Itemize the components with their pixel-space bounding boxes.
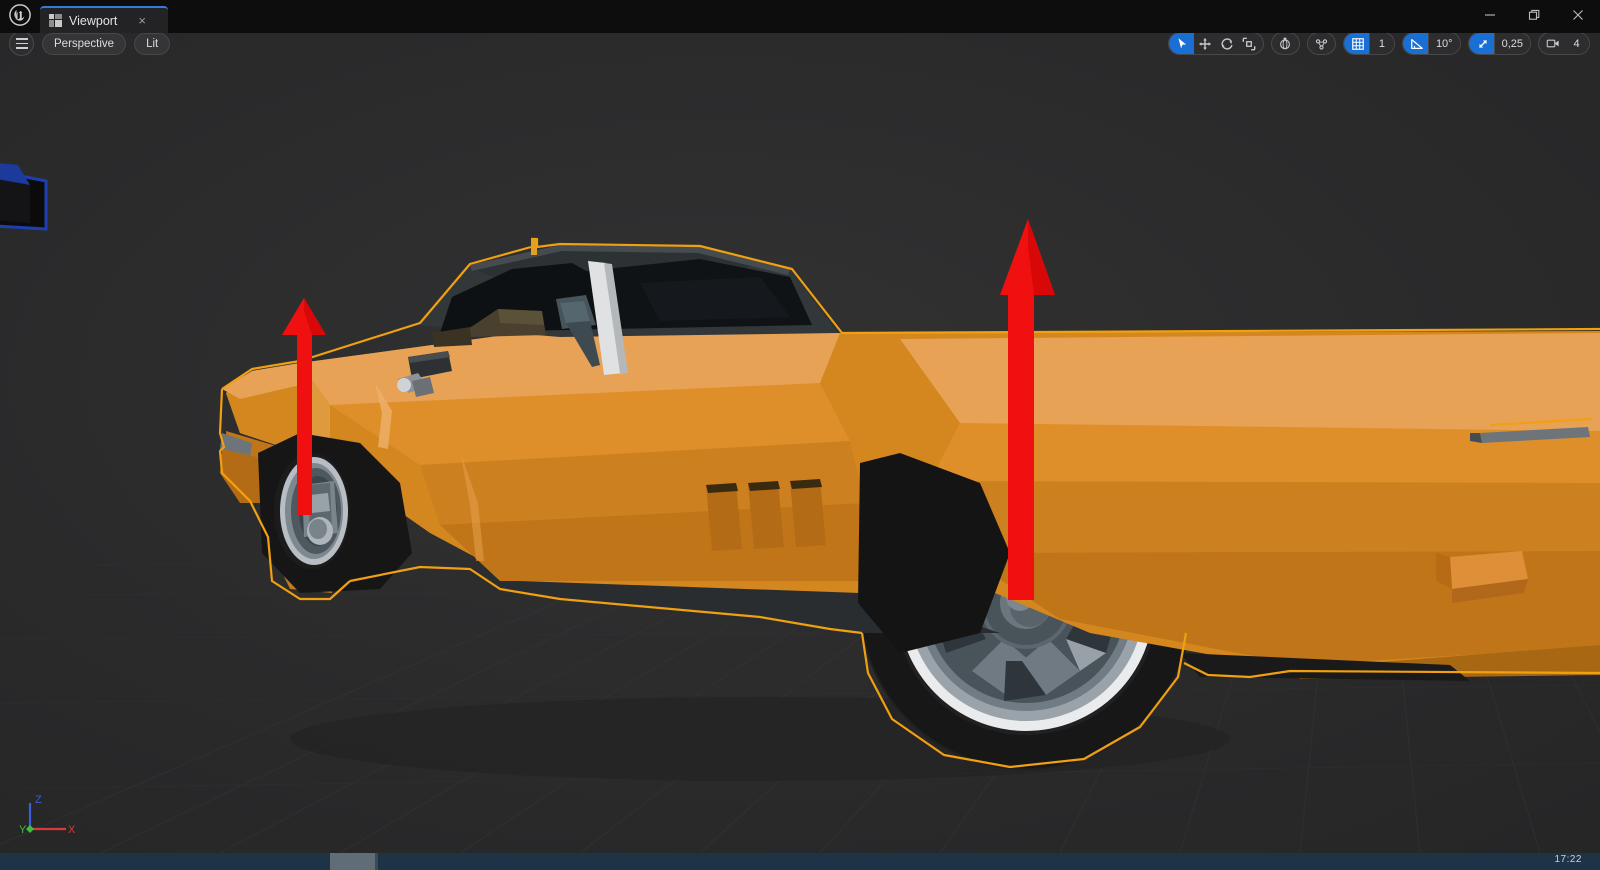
angle-snap-group: 10° xyxy=(1401,33,1461,55)
view-mode-button[interactable]: Perspective xyxy=(42,33,127,55)
taskbar-active-window[interactable] xyxy=(330,853,378,870)
viewport-tab[interactable]: Viewport × xyxy=(40,6,168,33)
diagonal-arrow-icon[interactable] xyxy=(1468,33,1494,54)
translate-tool[interactable] xyxy=(1194,33,1216,54)
grid-icon[interactable] xyxy=(1343,33,1369,54)
title-bar: Viewport × xyxy=(0,0,1600,33)
unreal-editor-window: Viewport × Perspective Lit 1 10° 0,25 4 … xyxy=(0,0,1600,870)
secondary-selected-object[interactable] xyxy=(0,161,48,231)
globe-axis-icon[interactable] xyxy=(1272,33,1299,54)
car-body xyxy=(220,239,1600,681)
transform-tools-group xyxy=(1167,33,1264,55)
coordinate-system-group xyxy=(1270,33,1300,55)
viewport-menu-icon[interactable] xyxy=(9,33,34,56)
surface-snap-group xyxy=(1306,33,1336,55)
axis-label-z: Z xyxy=(35,794,42,806)
axis-label-x: X xyxy=(68,824,76,836)
viewport-3d[interactable]: Perspective Lit 1 10° 0,25 4 Z X Y xyxy=(0,33,1600,853)
window-controls xyxy=(1468,0,1600,33)
select-tool[interactable] xyxy=(1168,33,1194,54)
angle-snap-value[interactable]: 10° xyxy=(1427,33,1460,54)
sports-car-mesh[interactable] xyxy=(0,33,1600,853)
camera-icon[interactable] xyxy=(1539,33,1564,54)
side-vents xyxy=(706,479,826,551)
viewport-tab-label: Viewport xyxy=(69,13,118,28)
rotate-tool[interactable] xyxy=(1216,33,1238,54)
close-icon[interactable] xyxy=(1556,0,1600,30)
viewport-grid-icon xyxy=(49,14,62,27)
unreal-engine-logo-icon xyxy=(0,0,40,33)
axis-label-y: Y xyxy=(19,824,27,836)
view-mode-label: Perspective xyxy=(54,37,115,50)
grid-snap-value[interactable]: 1 xyxy=(1368,33,1394,54)
axis-gizmo: Z X Y xyxy=(19,794,76,836)
maximize-icon[interactable] xyxy=(1512,0,1556,30)
angle-icon[interactable] xyxy=(1402,33,1428,54)
taskbar-clock: 17:22 xyxy=(1554,854,1582,865)
grid-snap-group: 1 xyxy=(1342,33,1395,55)
camera-speed-group: 4 xyxy=(1538,33,1590,55)
shading-mode-label: Lit xyxy=(146,37,159,50)
scale-snap-value[interactable]: 0,25 xyxy=(1493,33,1530,54)
scale-tool[interactable] xyxy=(1238,33,1263,54)
viewport-toolbar-left: Perspective Lit xyxy=(9,33,171,56)
viewport-toolbar-right: 1 10° 0,25 4 xyxy=(1167,33,1590,55)
camera-speed-value[interactable]: 4 xyxy=(1564,33,1589,54)
close-icon[interactable]: × xyxy=(138,14,146,27)
shading-mode-button[interactable]: Lit xyxy=(134,33,171,55)
minimize-icon[interactable] xyxy=(1468,0,1512,30)
os-taskbar[interactable]: 17:22 xyxy=(0,853,1600,870)
surface-snap-icon[interactable] xyxy=(1308,33,1335,54)
scale-snap-group: 0,25 xyxy=(1467,33,1531,55)
